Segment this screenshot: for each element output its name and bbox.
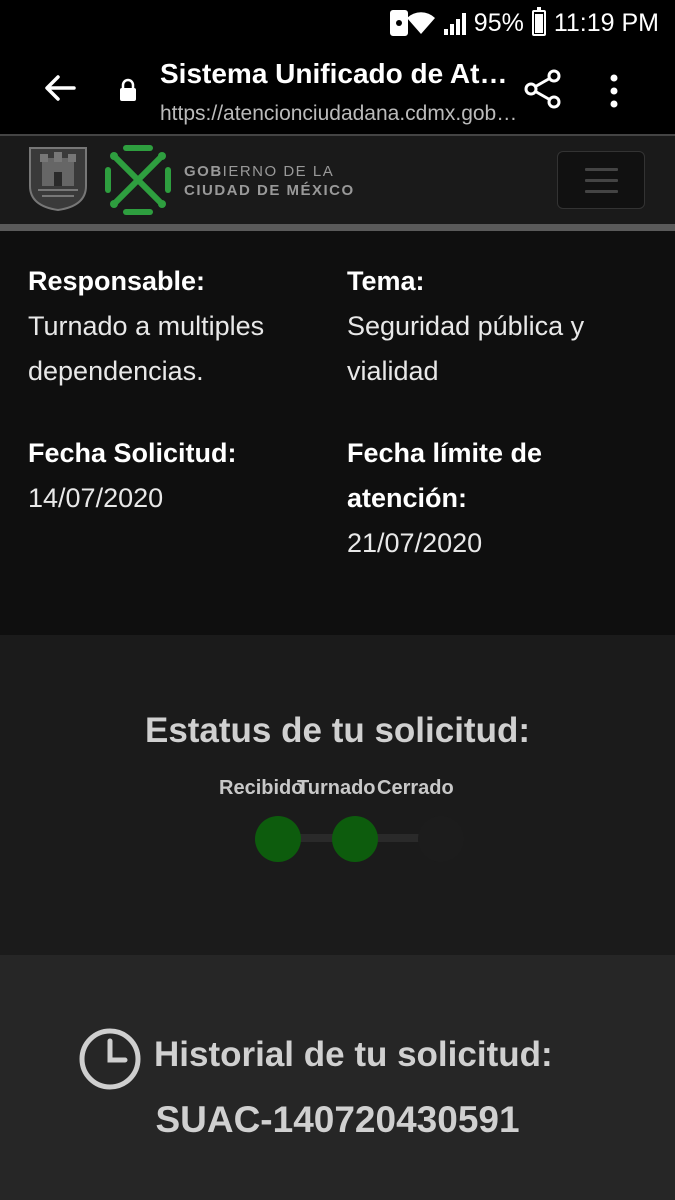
lock-icon[interactable]: [118, 78, 138, 102]
clock-time: 11:19 PM: [553, 8, 659, 37]
gov-wordmark-rest: IERNO DE LA: [222, 163, 335, 180]
more-vert-icon[interactable]: [604, 74, 624, 108]
tema-value-line2: vialidad: [347, 356, 439, 386]
fecha-solicitud-field: Fecha Solicitud: 14/07/2020: [28, 431, 237, 521]
cdmx-logo-icon: [105, 145, 171, 215]
gov-wordmark-bold: GOB: [184, 163, 223, 180]
tema-field: Tema: Seguridad pública y vialidad: [347, 259, 584, 394]
step-label-recibido: Recibido: [219, 777, 304, 799]
step-dot-turnado: [332, 816, 378, 862]
request-details: Responsable: Turnado a multiples depende…: [0, 231, 675, 635]
history-title: Historial de tu solicitud:: [154, 1035, 553, 1074]
page-title[interactable]: Sistema Unificado de Atención Ciudadana: [160, 58, 520, 90]
tema-value-line1: Seguridad pública y: [347, 311, 585, 341]
hamburger-icon: [585, 168, 618, 171]
fecha-limite-label-line2: atención:: [347, 483, 468, 513]
responsable-value-line1: Turnado a multiples: [28, 311, 265, 341]
battery-percent: 95%: [473, 8, 524, 37]
share-icon[interactable]: [522, 68, 564, 110]
battery-icon: [531, 7, 546, 36]
status-section: Estatus de tu solicitud: Recibido Turnad…: [0, 635, 675, 955]
government-wordmark: GOBIERNO DE LA CIUDAD DE MÉXICO: [184, 162, 355, 200]
history-section: Historial de tu solicitud: SUAC-14072043…: [0, 955, 675, 1200]
browser-toolbar: Sistema Unificado de Atención Ciudadana …: [0, 46, 675, 134]
status-bar-right: 95% 11:19 PM: [406, 6, 659, 40]
step-dot-recibido: [255, 816, 301, 862]
responsable-value-line2: dependencias.: [28, 356, 204, 386]
fecha-limite-value: 21/07/2020: [347, 528, 483, 558]
step-label-turnado: Turnado: [297, 777, 376, 799]
wifi-icon: [406, 12, 435, 34]
clock-icon: [79, 1028, 141, 1090]
coat-of-arms-icon: [29, 147, 87, 212]
step-label-cerrado: Cerrado: [377, 777, 454, 799]
site-header: GOBIERNO DE LA CIUDAD DE MÉXICO: [0, 136, 675, 224]
responsable-label: Responsable:: [28, 266, 206, 296]
url-text[interactable]: https://atencionciudadana.cdmx.gob.mx: [160, 102, 520, 126]
fecha-solicitud-label: Fecha Solicitud:: [28, 438, 237, 468]
gov-wordmark-city: CIUDAD DE MÉXICO: [184, 182, 355, 199]
responsable-field: Responsable: Turnado a multiples depende…: [28, 259, 264, 394]
fecha-solicitud-value: 14/07/2020: [28, 483, 164, 513]
step-dot-cerrado: [418, 816, 464, 862]
signal-icon: [443, 11, 466, 35]
status-bar: 95% 11:19 PM: [0, 0, 675, 46]
fecha-limite-label-line1: Fecha límite de: [347, 438, 543, 468]
fecha-limite-field: Fecha límite de atención: 21/07/2020: [347, 431, 542, 566]
tema-label: Tema:: [347, 266, 425, 296]
request-id: SUAC-140720430591: [155, 1099, 520, 1140]
menu-toggle-button[interactable]: [557, 151, 645, 209]
status-title: Estatus de tu solicitud:: [144, 711, 531, 750]
back-arrow-icon[interactable]: [40, 68, 80, 108]
header-divider: [0, 224, 675, 231]
